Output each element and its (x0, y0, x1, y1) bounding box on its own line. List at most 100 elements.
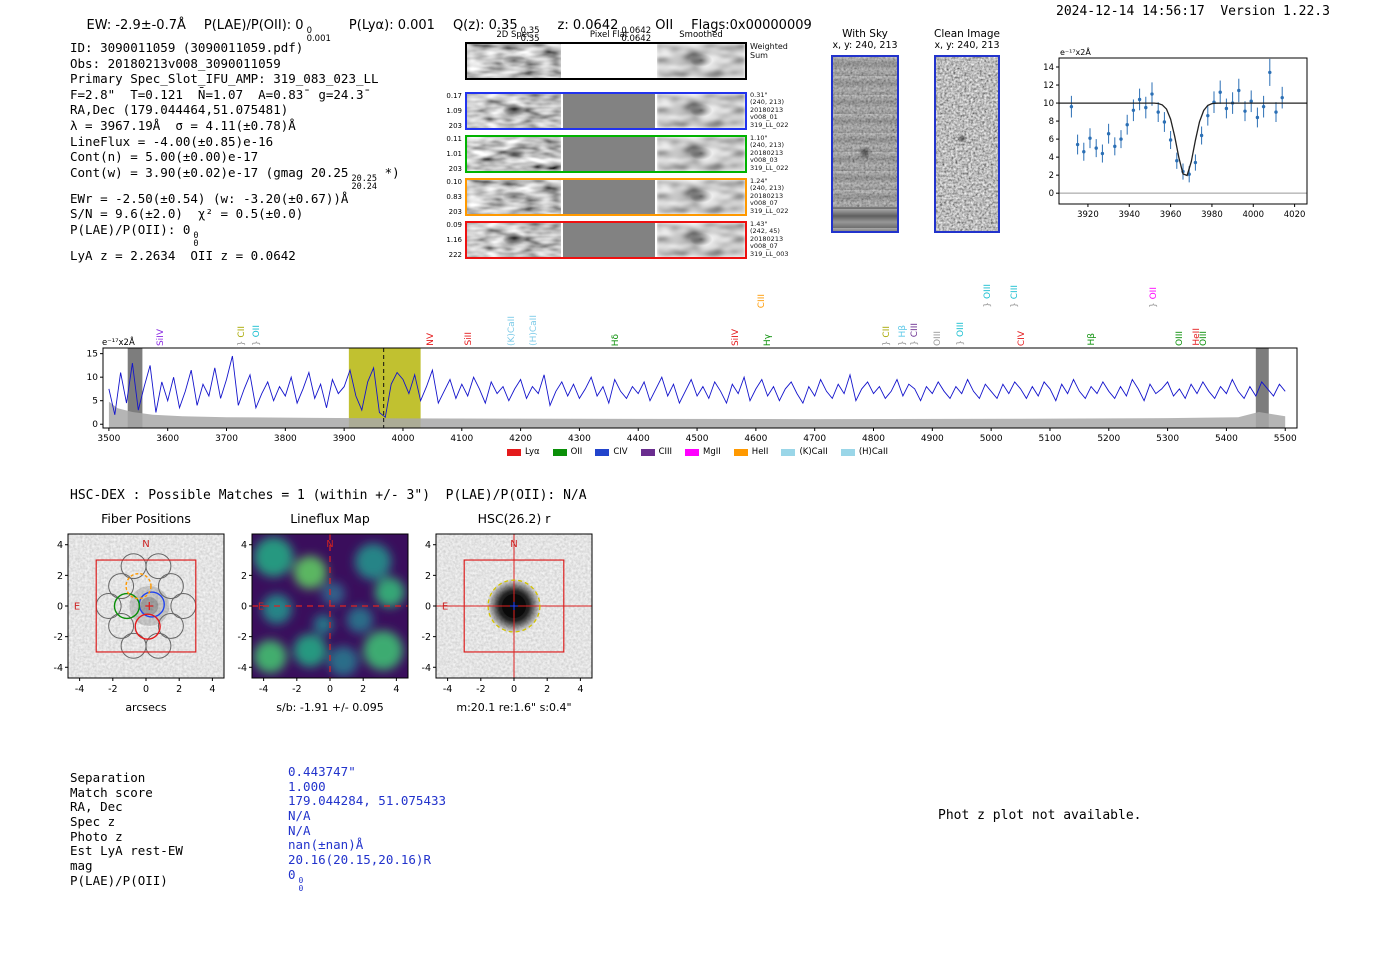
info-primary-spec: Primary Spec_Slot_IFU_AMP: 319_083_023_L… (70, 71, 379, 87)
svg-text:10: 10 (1043, 99, 1054, 109)
legend-swatch (733, 448, 748, 456)
clean-image-title: Clean Image (933, 28, 1001, 40)
svg-text:4: 4 (57, 540, 63, 551)
clean-image-panel: Clean Image x, y: 240, 213 (928, 28, 1006, 233)
spec2d-strip (465, 42, 747, 80)
legend-item: CIII (640, 447, 672, 457)
svg-text:4000: 4000 (1242, 210, 1264, 220)
info-radec: RA,Dec (179.044464,51.075481) (70, 102, 289, 118)
svg-text:0: 0 (92, 420, 98, 430)
plya-value: P(Lyα): 0.001 (348, 18, 435, 33)
photz-note: Phot z plot not available. (938, 808, 1142, 823)
legend-item: OII (552, 447, 582, 457)
svg-text:3900: 3900 (333, 434, 356, 444)
legend-item: HeII (733, 447, 768, 457)
svg-text:e⁻¹⁷x2Å: e⁻¹⁷x2Å (1060, 46, 1091, 57)
spec2d-column-headers: 2D Spec Pixel Flat Smoothed (467, 30, 747, 42)
fiber-positions-cutout: -4 -4 -2 -2 0 0 2 2 4 4 Fiber Positions arcsecs N E (38, 510, 230, 720)
spectrum-legend: Lyα OII CIV CIII MgII HeII (K)CaII (H)CaII (80, 447, 1315, 457)
match-row-value: 0.443747" (288, 764, 356, 779)
svg-text:5: 5 (92, 397, 98, 407)
spec2d-row: Weighted Sum (443, 42, 798, 80)
svg-text:5500: 5500 (1274, 434, 1297, 444)
svg-text:5000: 5000 (980, 434, 1003, 444)
spec2d-strip (465, 92, 747, 130)
match-row-label: Spec z (70, 814, 116, 830)
legend-swatch (840, 448, 855, 456)
svg-text:3700: 3700 (215, 434, 238, 444)
svg-text:Lineflux Map: Lineflux Map (290, 511, 370, 526)
svg-text:14: 14 (1043, 63, 1054, 73)
svg-text:4: 4 (393, 684, 399, 695)
ew-value: EW: -2.9±-0.7Å (86, 18, 186, 33)
svg-text:-4: -4 (54, 663, 63, 674)
svg-text:6: 6 (1049, 135, 1054, 145)
svg-text:3960: 3960 (1160, 210, 1182, 220)
with-sky-panel: With Sky x, y: 240, 213 (826, 28, 904, 233)
svg-text:4700: 4700 (803, 434, 826, 444)
svg-text:12: 12 (1043, 81, 1054, 91)
svg-text:10: 10 (87, 373, 99, 383)
svg-text:4000: 4000 (392, 434, 415, 444)
match-row-value: 20.16(20.15,20.16)R (288, 852, 431, 868)
svg-text:2: 2 (360, 684, 366, 695)
svg-text:3920: 3920 (1077, 210, 1099, 220)
svg-text:3500: 3500 (97, 434, 120, 444)
svg-text:-4: -4 (238, 663, 247, 674)
svg-text:-2: -2 (54, 632, 63, 643)
svg-text:arcsecs: arcsecs (125, 701, 167, 714)
hsc-match-header: HSC-DEX : Possible Matches = 1 (within +… (70, 488, 587, 503)
svg-text:4: 4 (577, 684, 583, 695)
spectral-line-label: } OII (1148, 287, 1159, 308)
legend-swatch (640, 448, 655, 456)
spectral-line-label: } CIII (1009, 285, 1020, 308)
match-table: Separation 0.443747" Match score 1.000 RA, D… (70, 764, 447, 892)
svg-text:3800: 3800 (274, 434, 297, 444)
svg-text:e⁻¹⁷x2Å: e⁻¹⁷x2Å (102, 336, 135, 348)
spec2d-row: 0.17 1.09 203 0.31" (240, 213) 20180213 v008_0… (446, 91, 789, 130)
svg-text:-2: -2 (108, 684, 117, 695)
match-row-label: Photo z (70, 828, 123, 844)
hsc-r-cutout: -4 -4 -2 -2 0 0 2 2 4 4 HSC(26.2) r m:20.1 re:1.6" … (406, 510, 598, 720)
spectral-line-labels: SiIV} CII} OII NV SiII (K)CaII (H)CaII Hδ SiIV… (80, 260, 1315, 348)
svg-text:-4: -4 (422, 663, 431, 674)
source-spot (936, 57, 998, 231)
svg-text:2: 2 (425, 571, 431, 582)
match-row-label: mag (70, 858, 93, 874)
svg-text:2: 2 (241, 571, 247, 582)
detection-info-block: ID: 3090011059 (3090011059.pdf) Obs: 201… (70, 40, 400, 264)
spec2d-strip (465, 178, 747, 216)
match-row-value: 179.044284, 51.075433 (288, 793, 447, 809)
info-redshifts: LyA z = 2.2634 OII z = 0.0642 (70, 247, 296, 263)
with-sky-image (831, 55, 899, 233)
spec2d-row: 0.10 0.83 203 1.24" (240, 213) 20180213 v008_0… (446, 177, 789, 216)
svg-text:5300: 5300 (1156, 434, 1179, 444)
match-row-value: nan(±nan)Å (288, 837, 364, 853)
svg-text:Fiber Positions: Fiber Positions (101, 511, 191, 526)
svg-text:4: 4 (209, 684, 215, 695)
svg-text:3940: 3940 (1118, 210, 1140, 220)
svg-text:0: 0 (511, 684, 517, 695)
svg-text:8: 8 (1049, 117, 1054, 127)
svg-text:0: 0 (57, 602, 63, 613)
legend-swatch (685, 448, 700, 456)
spectral-line-label: } OIII (982, 284, 993, 308)
info-ewr: EWr = -2.50(±0.54) (w: -3.20(±0.67))Å (70, 190, 349, 206)
match-row-label: Separation (70, 770, 146, 785)
svg-text:4300: 4300 (568, 434, 591, 444)
svg-text:-2: -2 (292, 684, 301, 695)
svg-text:-4: -4 (259, 684, 268, 695)
svg-text:4400: 4400 (627, 434, 650, 444)
svg-text:-4: -4 (75, 684, 84, 695)
spec2d-header-2dspec: 2D Spec (496, 30, 532, 40)
spec2d-panel: 2D Spec Pixel Flat Smoothed Weighted Sum 0… (443, 30, 798, 264)
svg-text:15: 15 (87, 350, 98, 360)
match-row-label: RA, Dec (70, 799, 123, 815)
svg-text:3980: 3980 (1201, 210, 1223, 220)
match-rows: Separation 0.443747" Match score 1.000 RA, D… (70, 764, 447, 892)
spec2d-row: 0.11 1.01 203 1.10" (240, 213) 20180213 v008_0… (446, 134, 789, 173)
svg-text:0: 0 (241, 602, 247, 613)
match-row-label: Match score (70, 784, 153, 800)
legend-item: (H)CaII (840, 447, 888, 457)
info-obs: Obs: 20180213v008_3090011059 (70, 55, 281, 71)
